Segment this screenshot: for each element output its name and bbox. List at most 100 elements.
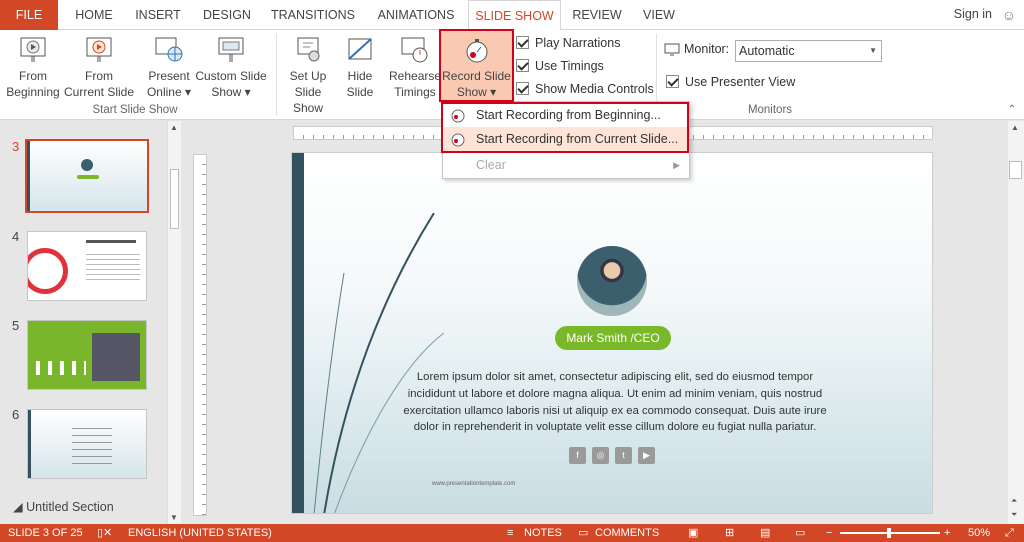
notes-icon: ≡	[507, 527, 514, 539]
custom-show-icon	[218, 37, 244, 62]
monitor-dropdown[interactable]: Automatic ▼	[735, 40, 882, 62]
tab-insert[interactable]: INSERT	[130, 0, 186, 30]
tab-transitions[interactable]: TRANSITIONS	[266, 0, 360, 30]
slide-thumbnail-5[interactable]	[27, 320, 147, 390]
slide-thumbnail-3[interactable]	[25, 139, 149, 213]
clear-item[interactable]: Clear ▶	[444, 153, 688, 177]
thumb-icons	[36, 361, 86, 375]
slide-counter: SLIDE 3 OF 25	[8, 527, 83, 539]
reading-view-icon[interactable]: ▤	[760, 524, 770, 542]
notes-button[interactable]: NOTES	[524, 524, 562, 542]
checkbox-checked-icon	[516, 82, 529, 95]
use-timings-checkbox[interactable]: Use Timings	[516, 57, 604, 77]
highlight-record-button	[439, 29, 514, 102]
thumb-text	[86, 254, 140, 280]
twitter-icon: t	[615, 447, 632, 464]
thumb-bar	[27, 141, 30, 211]
slide-thumbnail-4[interactable]	[27, 231, 147, 301]
rehearse-timings-button[interactable]: Rehearse Timings	[389, 30, 441, 102]
zoom-out-icon[interactable]: −	[826, 524, 832, 542]
custom-slide-show-button[interactable]: Custom Slide Show ▾	[194, 30, 268, 102]
tab-design[interactable]: DESIGN	[196, 0, 258, 30]
checkbox-checked-icon	[666, 75, 679, 88]
scroll-down-icon[interactable]: ▼	[170, 513, 178, 522]
sign-in-link[interactable]: Sign in	[954, 7, 992, 21]
play-narrations-checkbox[interactable]: Play Narrations	[516, 34, 620, 54]
tab-review[interactable]: REVIEW	[568, 0, 626, 30]
from-current-label: From Current Slide	[63, 69, 135, 99]
website-text: www.presentationtemplate.com	[432, 481, 516, 487]
comments-button[interactable]: COMMENTS	[595, 524, 659, 542]
monitor-icon	[664, 43, 680, 56]
zoom-slider-thumb[interactable]	[887, 528, 891, 538]
comments-icon: ▭	[578, 527, 589, 539]
social-icons: f ◎ t ▶	[569, 447, 661, 464]
thumb-pill	[77, 175, 99, 179]
slide-number: 3	[12, 139, 20, 154]
slide-canvas[interactable]: Mark Smith /CEO Lorem ipsum dolor sit am…	[291, 152, 933, 514]
tab-file[interactable]: FILE	[0, 0, 58, 30]
thumbnail-scrollbar[interactable]: ▲ ▼	[167, 121, 181, 524]
set-up-label: Set Up Slide Show	[289, 69, 327, 115]
previous-slide-icon[interactable]: ⏶	[1011, 496, 1017, 506]
chevron-down-icon: ▼	[869, 46, 877, 55]
use-timings-label: Use Timings	[535, 59, 604, 73]
thumbnail-pane: 3 4 5 6 ◢ Untitled Section ▲ ▼	[0, 121, 182, 524]
slideshow-view-icon[interactable]: ▭	[795, 524, 805, 542]
zoom-in-icon[interactable]: +	[944, 524, 950, 542]
spellcheck-icon[interactable]: ▯✕	[97, 524, 112, 542]
tab-animations[interactable]: ANIMATIONS	[370, 0, 462, 30]
slide-accent-bar	[292, 153, 304, 513]
submenu-arrow-icon: ▶	[673, 160, 680, 170]
slide-sorter-icon[interactable]: ⊞	[725, 524, 734, 542]
set-up-slide-show-button[interactable]: Set Up Slide Show	[280, 30, 336, 115]
section-header[interactable]: ◢ Untitled Section	[13, 499, 114, 514]
decorative-curves	[313, 213, 444, 513]
tab-view[interactable]: VIEW	[636, 0, 682, 30]
status-bar: SLIDE 3 OF 25 ▯✕ ENGLISH (UNITED STATES)…	[0, 524, 1024, 542]
hide-slide-label: Hide Slide	[346, 69, 374, 99]
scroll-up-icon[interactable]: ▲	[1011, 123, 1019, 132]
present-online-label: Present Online ▾	[146, 69, 192, 99]
next-slide-icon[interactable]: ⏷	[1011, 510, 1017, 520]
tab-home[interactable]: HOME	[66, 0, 122, 30]
fit-slide-icon[interactable]: ⤢	[1005, 524, 1014, 542]
presenter-view-checkbox[interactable]: Use Presenter View	[666, 73, 795, 93]
thumb-line	[86, 240, 136, 243]
feedback-icon[interactable]: ☺	[1002, 7, 1016, 23]
checkbox-checked-icon	[516, 59, 529, 72]
highlight-recording-items	[441, 102, 689, 153]
thumb-avatar	[81, 159, 93, 171]
present-online-button[interactable]: Present Online ▾	[144, 30, 194, 102]
thumb-text	[72, 428, 112, 468]
tab-slide-show[interactable]: SLIDE SHOW	[468, 0, 561, 31]
monitors-group-label: Monitors	[747, 104, 793, 116]
from-beginning-button[interactable]: From Beginning	[4, 30, 62, 102]
thumb-bar	[28, 410, 31, 478]
play-from-start-icon	[20, 37, 46, 62]
play-from-current-icon	[86, 37, 112, 62]
facebook-icon: f	[569, 447, 586, 464]
editor-scrollbar[interactable]: ▲ ⏶ ⏷	[1008, 121, 1024, 524]
hide-slide-button[interactable]: Hide Slide	[340, 30, 380, 102]
scroll-thumb[interactable]	[1009, 161, 1022, 179]
normal-view-icon[interactable]: ▣	[688, 524, 698, 542]
slide-number: 5	[12, 318, 20, 333]
collapse-ribbon-icon[interactable]: ⌃	[1008, 104, 1016, 115]
scroll-up-icon[interactable]: ▲	[170, 123, 178, 132]
checkbox-checked-icon	[516, 36, 529, 49]
setup-show-icon	[297, 37, 320, 62]
ribbon-tabs: FILE HOME INSERT DESIGN TRANSITIONS ANIM…	[0, 0, 1024, 31]
language-indicator[interactable]: ENGLISH (UNITED STATES)	[128, 524, 272, 542]
slide-thumbnail-6[interactable]	[27, 409, 147, 479]
group-separator	[276, 34, 277, 116]
scroll-thumb[interactable]	[170, 169, 179, 229]
slide-editor: Mark Smith /CEO Lorem ipsum dolor sit am…	[186, 121, 1024, 524]
globe-presentation-icon	[155, 37, 183, 62]
show-media-controls-checkbox[interactable]: Show Media Controls	[516, 80, 654, 100]
instagram-icon: ◎	[592, 447, 609, 464]
from-beginning-label: From Beginning	[6, 69, 60, 99]
slide-number: 6	[12, 407, 20, 422]
from-current-slide-button[interactable]: From Current Slide	[62, 30, 136, 102]
zoom-level[interactable]: 50%	[968, 524, 990, 542]
